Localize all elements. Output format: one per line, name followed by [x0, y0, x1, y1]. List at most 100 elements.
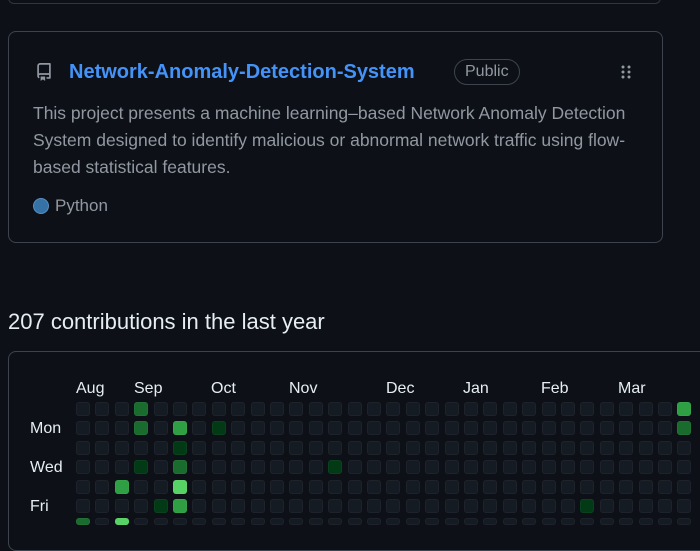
contribution-cell[interactable] [619, 518, 634, 525]
contribution-cell[interactable] [464, 499, 478, 513]
contribution-cell[interactable] [211, 460, 226, 475]
contribution-cell[interactable] [173, 499, 187, 513]
contribution-cell[interactable] [114, 518, 129, 525]
contribution-cell[interactable] [677, 402, 692, 416]
contribution-cell[interactable] [658, 518, 672, 525]
contribution-cell[interactable] [561, 402, 575, 416]
contribution-cell[interactable] [328, 479, 343, 494]
contribution-cell[interactable] [134, 479, 149, 494]
contribution-cell[interactable] [405, 479, 420, 494]
contribution-cell[interactable] [173, 402, 187, 416]
contribution-cell[interactable] [658, 460, 672, 475]
contribution-cell[interactable] [308, 421, 323, 436]
contribution-cell[interactable] [367, 421, 381, 436]
contribution-cell[interactable] [153, 402, 168, 416]
contribution-cell[interactable] [95, 421, 110, 436]
contribution-cell[interactable] [677, 479, 692, 494]
contribution-cell[interactable] [347, 460, 362, 475]
contribution-cell[interactable] [522, 440, 537, 455]
contribution-cell[interactable] [599, 479, 614, 494]
contribution-cell[interactable] [502, 499, 517, 513]
contribution-cell[interactable] [464, 440, 478, 455]
contribution-cell[interactable] [541, 479, 556, 494]
contribution-cell[interactable] [192, 421, 207, 436]
contribution-cell[interactable] [192, 440, 207, 455]
contribution-cell[interactable] [580, 479, 595, 494]
contribution-cell[interactable] [153, 479, 168, 494]
contribution-cell[interactable] [308, 518, 323, 525]
contribution-cell[interactable] [677, 518, 692, 525]
contribution-cell[interactable] [192, 460, 207, 475]
contribution-cell[interactable] [561, 479, 575, 494]
contribution-cell[interactable] [173, 460, 187, 475]
contribution-cell[interactable] [599, 440, 614, 455]
contribution-cell[interactable] [250, 402, 265, 416]
contribution-cell[interactable] [347, 421, 362, 436]
contribution-cell[interactable] [347, 440, 362, 455]
contribution-cell[interactable] [522, 518, 537, 525]
contribution-cell[interactable] [405, 499, 420, 513]
contribution-cell[interactable] [192, 402, 207, 416]
contribution-cell[interactable] [444, 440, 459, 455]
contribution-cell[interactable] [231, 402, 246, 416]
contribution-cell[interactable] [561, 518, 575, 525]
contribution-cell[interactable] [289, 479, 304, 494]
contribution-cell[interactable] [134, 421, 149, 436]
contribution-cell[interactable] [483, 402, 498, 416]
contribution-cell[interactable] [134, 440, 149, 455]
contribution-cell[interactable] [308, 440, 323, 455]
contribution-cell[interactable] [76, 440, 90, 455]
contribution-cell[interactable] [619, 479, 634, 494]
contribution-cell[interactable] [405, 421, 420, 436]
contribution-cell[interactable] [580, 518, 595, 525]
contribution-cell[interactable] [464, 421, 478, 436]
contribution-cell[interactable] [425, 479, 440, 494]
contribution-cell[interactable] [677, 499, 692, 513]
contribution-cell[interactable] [658, 499, 672, 513]
contribution-cell[interactable] [658, 402, 672, 416]
contribution-cell[interactable] [250, 440, 265, 455]
contribution-cell[interactable] [76, 402, 90, 416]
contribution-cell[interactable] [541, 499, 556, 513]
contribution-cell[interactable] [580, 402, 595, 416]
contribution-cell[interactable] [425, 421, 440, 436]
contribution-cell[interactable] [289, 499, 304, 513]
contribution-cell[interactable] [386, 460, 401, 475]
contribution-cell[interactable] [328, 440, 343, 455]
contribution-cell[interactable] [289, 440, 304, 455]
contribution-cell[interactable] [95, 518, 110, 525]
contribution-cell[interactable] [289, 460, 304, 475]
contribution-cell[interactable] [76, 499, 90, 513]
contribution-cell[interactable] [677, 440, 692, 455]
contribution-cell[interactable] [483, 479, 498, 494]
contribution-cell[interactable] [95, 402, 110, 416]
contribution-cell[interactable] [405, 518, 420, 525]
contribution-cell[interactable] [308, 402, 323, 416]
contribution-cell[interactable] [541, 518, 556, 525]
contribution-cell[interactable] [328, 518, 343, 525]
contribution-cell[interactable] [464, 402, 478, 416]
contribution-cell[interactable] [250, 421, 265, 436]
contribution-cell[interactable] [231, 460, 246, 475]
contribution-cell[interactable] [522, 460, 537, 475]
contribution-cell[interactable] [114, 421, 129, 436]
contribution-cell[interactable] [483, 499, 498, 513]
contribution-cell[interactable] [347, 499, 362, 513]
contribution-cell[interactable] [153, 518, 168, 525]
contribution-cell[interactable] [386, 518, 401, 525]
contribution-cell[interactable] [464, 518, 478, 525]
contribution-cell[interactable] [347, 402, 362, 416]
contribution-cell[interactable] [367, 518, 381, 525]
contribution-cell[interactable] [619, 402, 634, 416]
contribution-cell[interactable] [231, 421, 246, 436]
contribution-cell[interactable] [405, 460, 420, 475]
contribution-cell[interactable] [658, 440, 672, 455]
contribution-cell[interactable] [561, 421, 575, 436]
contribution-cell[interactable] [638, 402, 653, 416]
contribution-cell[interactable] [483, 440, 498, 455]
contribution-cell[interactable] [289, 421, 304, 436]
contribution-cell[interactable] [502, 402, 517, 416]
contribution-cell[interactable] [173, 479, 187, 494]
contribution-cell[interactable] [250, 499, 265, 513]
contribution-cell[interactable] [425, 402, 440, 416]
